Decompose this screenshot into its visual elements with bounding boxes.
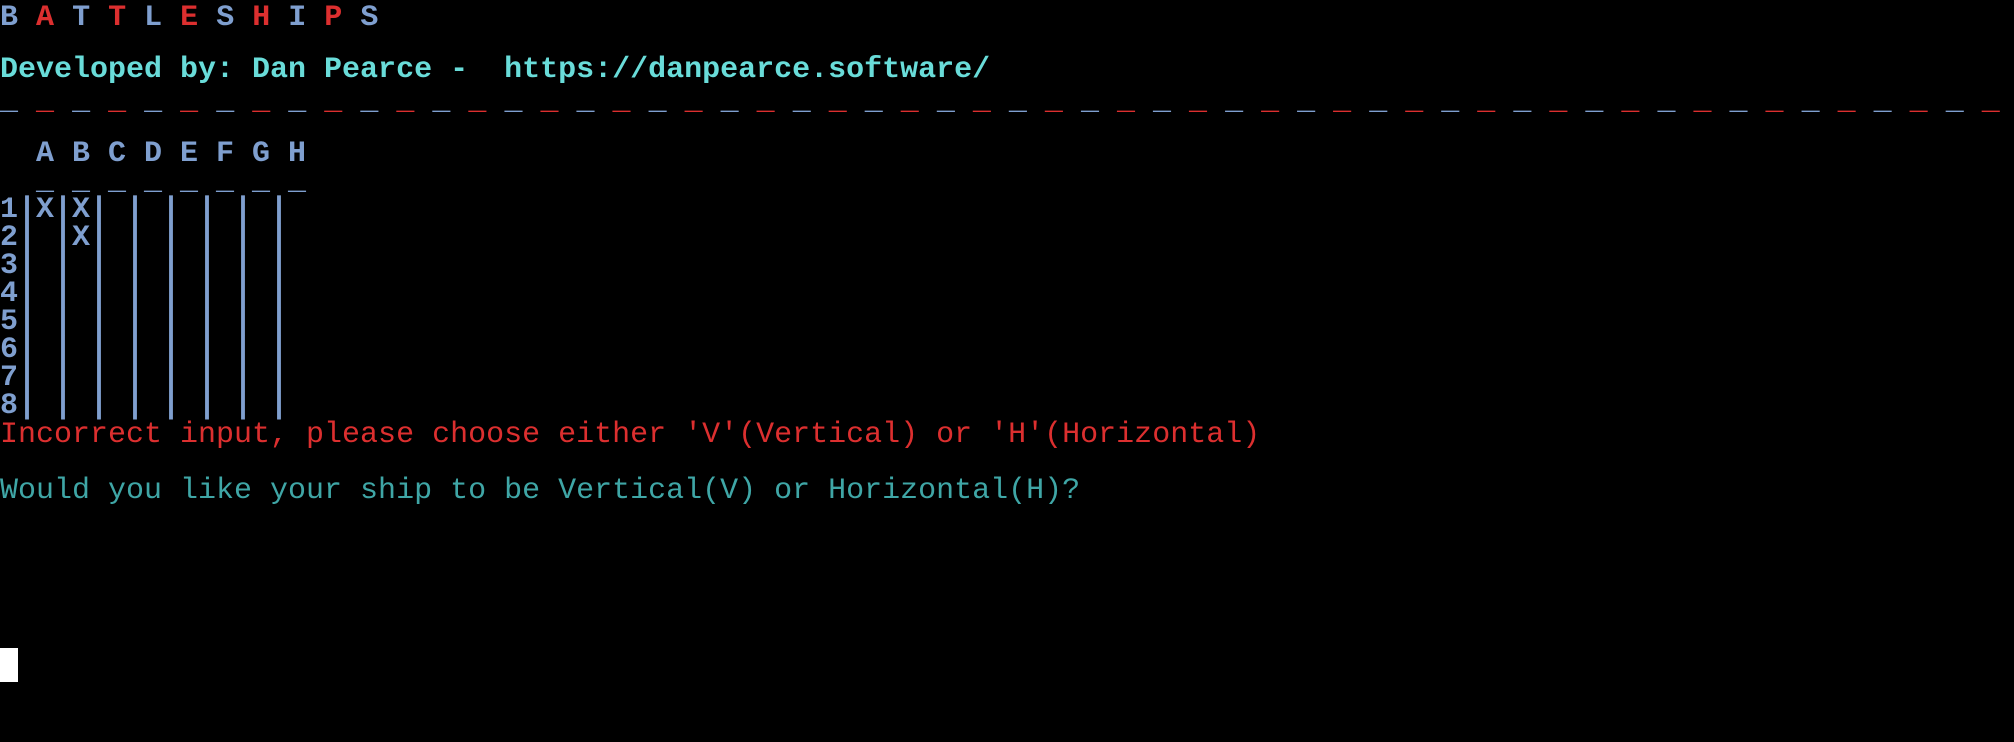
separator-dash: _ <box>720 85 739 119</box>
separator-dash: _ <box>216 85 235 119</box>
separator-dash: _ <box>36 85 55 119</box>
separator-dash: _ <box>612 85 631 119</box>
separator-dash: _ <box>1549 85 1568 119</box>
separator-dash: _ <box>1116 85 1135 119</box>
title-letter: L <box>144 1 163 35</box>
title-letter: T <box>72 1 91 35</box>
title-letter: P <box>324 1 343 35</box>
title-letter: B <box>0 1 19 35</box>
separator-dash: _ <box>1693 85 1712 119</box>
developer-credit: Developed by: Dan Pearce - https://danpe… <box>0 53 991 87</box>
separator-dash: _ <box>1189 85 1208 119</box>
title-letter: I <box>288 1 307 35</box>
separator-dash: _ <box>1837 85 1856 119</box>
separator-dash: _ <box>1225 85 1244 119</box>
text-cursor[interactable] <box>0 648 18 682</box>
separator-dash: _ <box>1441 85 1460 119</box>
separator-dash: _ <box>1657 85 1676 119</box>
separator-dash: _ <box>1369 85 1388 119</box>
separator-dash: _ <box>972 85 991 119</box>
separator-line: _ _ _ _ _ _ _ _ _ _ _ _ _ _ _ _ _ _ _ _ … <box>0 84 2014 120</box>
separator-dash: _ <box>1044 85 1063 119</box>
terminal-window[interactable]: B A T T L E S H I P S Developed by: Dan … <box>0 0 2014 742</box>
separator-dash: _ <box>756 85 775 119</box>
separator-dash: _ <box>1080 85 1099 119</box>
separator-dash: _ <box>324 85 343 119</box>
separator-dash: _ <box>1585 85 1604 119</box>
separator-dash: _ <box>648 85 667 119</box>
separator-dash: _ <box>1909 85 1928 119</box>
separator-dash: _ <box>1981 85 2000 119</box>
separator-dash: _ <box>432 85 451 119</box>
separator-dash: _ <box>1513 85 1532 119</box>
title-letter: H <box>252 1 271 35</box>
separator-dash: _ <box>180 85 199 119</box>
separator-dash: _ <box>1621 85 1640 119</box>
separator-dash: _ <box>1297 85 1316 119</box>
separator-dash: _ <box>144 85 163 119</box>
separator-dash: _ <box>468 85 487 119</box>
title-letter: S <box>360 1 379 35</box>
title-letter: E <box>180 1 199 35</box>
separator-dash: _ <box>792 85 811 119</box>
orientation-prompt: Would you like your ship to be Vertical(… <box>0 474 1081 508</box>
separator-dash: _ <box>360 85 379 119</box>
separator-dash: _ <box>1801 85 1820 119</box>
separator-dash: _ <box>1477 85 1496 119</box>
title-letter: T <box>108 1 127 35</box>
error-message: Incorrect input, please choose either 'V… <box>0 418 1261 452</box>
game-title: B A T T L E S H I P S <box>0 0 378 36</box>
separator-dash: _ <box>252 85 271 119</box>
separator-dash: _ <box>108 85 127 119</box>
separator-dash: _ <box>900 85 919 119</box>
separator-dash: _ <box>864 85 883 119</box>
separator-dash: _ <box>540 85 559 119</box>
separator-dash: _ <box>504 85 523 119</box>
separator-dash: _ <box>936 85 955 119</box>
separator-dash: _ <box>1873 85 1892 119</box>
separator-dash: _ <box>1765 85 1784 119</box>
separator-dash: _ <box>576 85 595 119</box>
separator-dash: _ <box>1153 85 1172 119</box>
separator-dash: _ <box>1333 85 1352 119</box>
title-letter: S <box>216 1 235 35</box>
separator-dash: _ <box>396 85 415 119</box>
separator-dash: _ <box>1261 85 1280 119</box>
separator-dash: _ <box>684 85 703 119</box>
separator-dash: _ <box>0 85 19 119</box>
separator-dash: _ <box>1729 85 1748 119</box>
separator-dash: _ <box>288 85 307 119</box>
separator-dash: _ <box>1008 85 1027 119</box>
separator-dash: _ <box>828 85 847 119</box>
separator-dash: _ <box>1405 85 1424 119</box>
separator-dash: _ <box>1945 85 1964 119</box>
title-letter: A <box>36 1 55 35</box>
separator-dash: _ <box>72 85 91 119</box>
